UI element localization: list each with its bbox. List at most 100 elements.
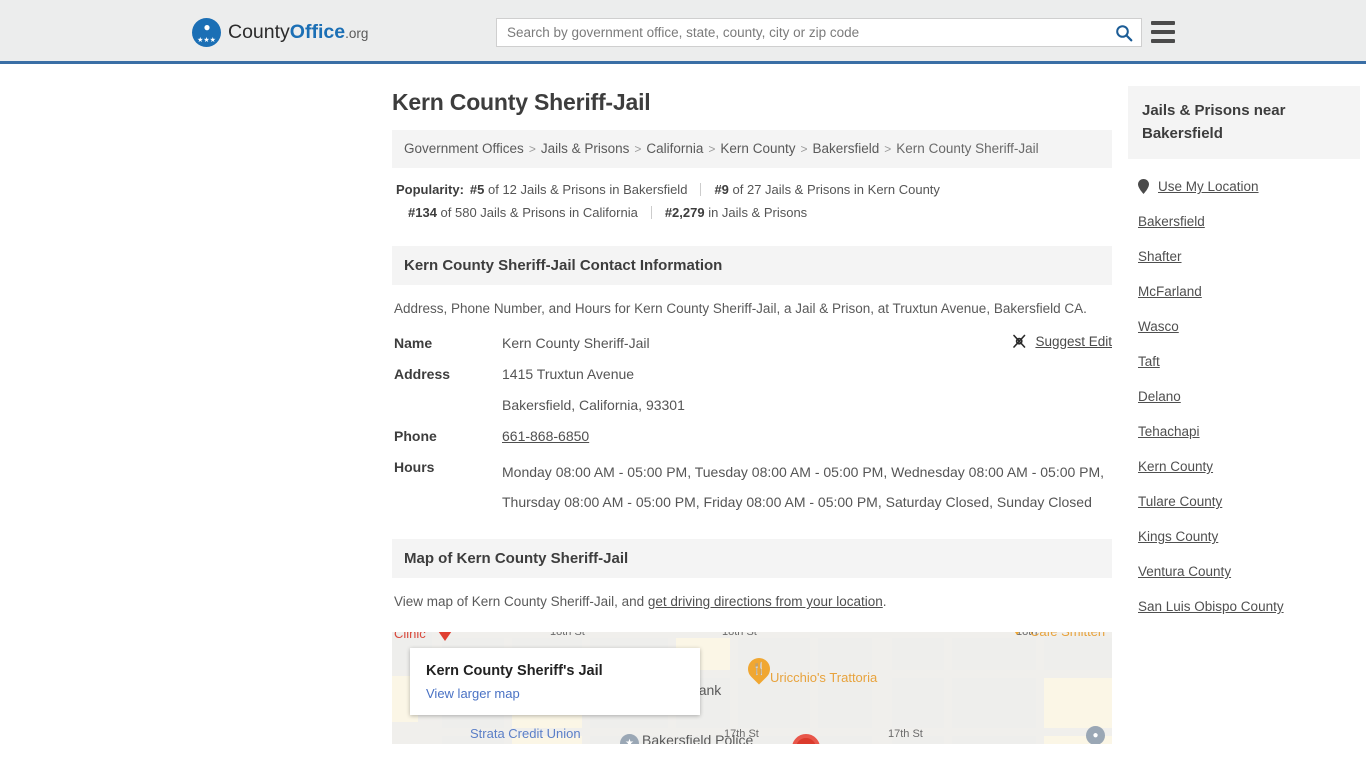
breadcrumb-item-current: Kern County Sheriff-Jail [896,141,1039,156]
breadcrumb-item-bakersfield[interactable]: Bakersfield [812,141,879,156]
sidebar: Jails & Prisons near Bakersfield Use My … [1128,64,1360,624]
sidebar-item-use-my-location[interactable]: Use My Location [1128,169,1360,204]
sidebar-item-tehachapi[interactable]: Tehachapi [1128,414,1360,449]
search-bar[interactable] [496,18,1142,47]
hamburger-menu-icon[interactable] [1151,21,1175,43]
map-marker-misc[interactable]: ● [1086,726,1105,744]
map-marker-cafe-smitten[interactable] [1008,632,1026,635]
sidebar-item-bakersfield[interactable]: Bakersfield [1128,204,1360,239]
sidebar-item-wasco[interactable]: Wasco [1128,309,1360,344]
sidebar-link-delano[interactable]: Delano [1138,389,1181,404]
map-section-heading: Map of Kern County Sheriff-Jail [392,539,1112,578]
sidebar-item-tulare-county[interactable]: Tulare County [1128,484,1360,519]
logo-text-county: County [228,20,290,43]
map-poi-clinic[interactable]: Clinic [394,632,426,641]
breadcrumb-item-jails-prisons[interactable]: Jails & Prisons [541,141,630,156]
map-info-card: Kern County Sheriff's Jail View larger m… [410,648,700,715]
popularity-rank-2: #9 [714,182,729,197]
sidebar-link-san-luis-obispo-county[interactable]: San Luis Obispo County [1138,599,1284,614]
pen-icon [1013,334,1026,348]
map-poi-cafe-smitten[interactable]: Cafe Smitten [1030,632,1105,639]
popularity-row-1: Popularity: #5 of 12 Jails & Prisons in B… [396,178,1112,201]
search-button[interactable] [1107,19,1141,46]
popularity-item-3: #134 of 580 Jails & Prisons in Californi… [408,205,638,220]
contact-row-address: Address 1415 Truxtun Avenue [394,364,1112,384]
breadcrumb: Government Offices > Jails & Prisons > Calif… [392,130,1112,168]
popularity-block: Popularity: #5 of 12 Jails & Prisons in B… [392,168,1112,224]
breadcrumb-item-government-offices[interactable]: Government Offices [404,141,524,156]
popularity-text-3: of 580 Jails & Prisons in California [440,205,638,220]
map-label-18th-st-a: 18th St [550,632,585,638]
sidebar-link-ventura-county[interactable]: Ventura County [1138,564,1231,579]
sidebar-item-shafter[interactable]: Shafter [1128,239,1360,274]
map-marker-clinic[interactable] [436,632,454,641]
contact-table: Suggest Edit Name Kern County Sheriff-Ja… [392,327,1112,517]
popularity-divider [700,183,702,196]
popularity-text-4: in Jails & Prisons [708,205,808,220]
popularity-rank-1: #5 [469,182,485,197]
suggest-edit-label: Suggest Edit [1035,333,1112,349]
breadcrumb-separator: > [884,142,892,156]
sidebar-heading: Jails & Prisons near Bakersfield [1128,86,1360,159]
breadcrumb-item-california[interactable]: California [646,141,703,156]
contact-value-street: 1415 Truxtun Avenue [502,366,635,382]
sidebar-link-kern-county[interactable]: Kern County [1138,459,1213,474]
contact-key-name: Name [394,335,433,351]
contact-value-city-state-zip: Bakersfield, California, 93301 [502,397,685,413]
popularity-text-2: of 27 Jails & Prisons in Kern County [732,182,940,197]
sidebar-link-tulare-county[interactable]: Tulare County [1138,494,1222,509]
breadcrumb-separator: > [800,142,808,156]
popularity-item-1: #5 of 12 Jails & Prisons in Bakersfield [470,182,688,197]
search-icon [1116,24,1133,41]
map-embed[interactable]: 18th St 18th St 18th 17th St 17th St E S… [392,632,1112,744]
driving-directions-link[interactable]: get driving directions from your locatio… [648,594,883,609]
contact-value-hours: Monday 08:00 AM - 05:00 PM, Tuesday 08:0… [502,464,1105,510]
contact-row-city-state-zip: Bakersfield, California, 93301 [394,395,1112,415]
sidebar-link-kings-county[interactable]: Kings County [1138,529,1218,544]
site-logo[interactable]: ● ★★★ CountyOffice.org [192,18,368,47]
menu-bar-3 [1151,39,1175,43]
sidebar-item-ventura-county[interactable]: Ventura County [1128,554,1360,589]
map-desc-before: View map of Kern County Sheriff-Jail, an… [394,594,648,609]
popularity-item-4: #2,279 in Jails & Prisons [665,205,807,220]
sidebar-item-mcfarland[interactable]: McFarland [1128,274,1360,309]
site-header: ● ★★★ CountyOffice.org [0,0,1366,64]
suggest-edit-button[interactable]: Suggest Edit [1012,333,1112,349]
contact-key-hours: Hours [394,459,435,475]
map-poi-uricchios-trattoria[interactable]: Uricchio's Trattoria [770,670,877,685]
sidebar-link-shafter[interactable]: Shafter [1138,249,1182,264]
logo-text: CountyOffice.org [228,21,368,45]
sidebar-link-tehachapi[interactable]: Tehachapi [1138,424,1200,439]
map-poi-bakersfield-police[interactable]: Bakersfield Police [642,732,753,744]
sidebar-link-bakersfield[interactable]: Bakersfield [1138,214,1205,229]
sidebar-link-wasco[interactable]: Wasco [1138,319,1179,334]
map-label-17th-st-b: 17th St [888,728,923,740]
breadcrumb-separator: > [528,142,536,156]
contact-key-phone: Phone [394,428,437,444]
sidebar-link-mcfarland[interactable]: McFarland [1138,284,1202,299]
contact-key-address: Address [394,366,451,382]
main-column: Kern County Sheriff-Jail Government Offi… [392,64,1112,744]
menu-bar-2 [1151,30,1175,34]
map-card-title: Kern County Sheriff's Jail [426,663,603,679]
countyoffice-eagle-icon: ● ★★★ [192,18,221,47]
use-my-location-link[interactable]: Use My Location [1158,179,1259,194]
sidebar-item-kern-county[interactable]: Kern County [1128,449,1360,484]
breadcrumb-item-kern-county[interactable]: Kern County [720,141,795,156]
popularity-row-2: #134 of 580 Jails & Prisons in Californi… [396,201,1112,224]
contact-row-hours: Hours Monday 08:00 AM - 05:00 PM, Tuesda… [394,457,1112,517]
popularity-text-1: of 12 Jails & Prisons in Bakersfield [488,182,688,197]
sidebar-item-taft[interactable]: Taft [1128,344,1360,379]
sidebar-link-taft[interactable]: Taft [1138,354,1160,369]
contact-value-phone-wrap: 661-868-6850 [502,426,1112,446]
popularity-item-2: #9 of 27 Jails & Prisons in Kern County [714,182,939,197]
sidebar-item-delano[interactable]: Delano [1128,379,1360,414]
map-poi-strata-credit-union[interactable]: Strata Credit Union [470,726,581,741]
search-input[interactable] [497,19,1107,46]
popularity-divider [650,206,652,219]
phone-link[interactable]: 661-868-6850 [502,428,589,444]
view-larger-map-link[interactable]: View larger map [426,686,520,701]
popularity-rank-3: #134 [408,205,437,220]
sidebar-item-san-luis-obispo-county[interactable]: San Luis Obispo County [1128,589,1360,624]
sidebar-item-kings-county[interactable]: Kings County [1128,519,1360,554]
